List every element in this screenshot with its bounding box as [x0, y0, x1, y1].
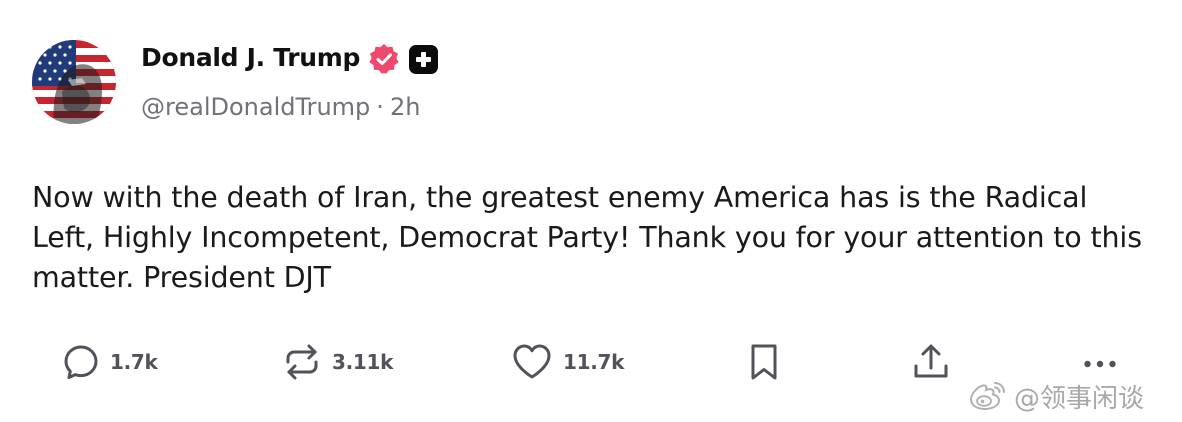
- meta-separator: ·: [376, 93, 384, 121]
- post-text: Now with the death of Iran, the greatest…: [32, 181, 1142, 294]
- plus-badge-icon: [409, 45, 438, 74]
- author-avatar[interactable]: [32, 40, 116, 124]
- avatar-flag-portrait-icon: [32, 40, 116, 124]
- post-card: Donald J. Trump @realDonaldTrump · 2h Now …: [0, 0, 1182, 422]
- author-display-name[interactable]: Donald J. Trump: [141, 42, 360, 74]
- like-count: 11.7k: [563, 350, 625, 374]
- share-button[interactable]: [910, 340, 952, 384]
- share-icon: [914, 344, 948, 378]
- bookmark-button[interactable]: [745, 340, 783, 384]
- reply-icon: [64, 345, 98, 379]
- author-handle[interactable]: @realDonaldTrump: [141, 93, 370, 121]
- post-timestamp[interactable]: 2h: [390, 93, 420, 121]
- retruth-icon: [286, 344, 318, 380]
- watermark-text: @领事闲谈: [1014, 383, 1145, 414]
- reply-button[interactable]: 1.7k: [62, 340, 158, 384]
- verified-badge-icon: [369, 44, 399, 74]
- author-meta: @realDonaldTrump · 2h: [141, 91, 420, 123]
- bookmark-icon: [751, 344, 777, 380]
- weibo-icon: [969, 382, 1005, 411]
- heart-icon: [513, 344, 551, 379]
- watermark: @领事闲谈: [968, 376, 1144, 416]
- like-button[interactable]: 11.7k: [511, 340, 624, 384]
- retruth-count: 3.11k: [332, 350, 394, 374]
- reply-count: 1.7k: [110, 350, 158, 374]
- retruth-button[interactable]: 3.11k: [282, 340, 393, 384]
